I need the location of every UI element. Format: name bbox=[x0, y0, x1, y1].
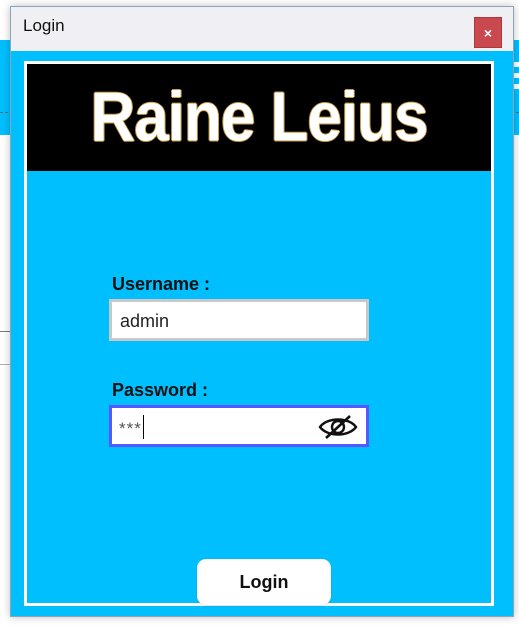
dialog-titlebar[interactable]: Login × bbox=[11, 7, 513, 51]
login-button[interactable]: Login bbox=[197, 559, 331, 605]
banner-title: Raine Leius bbox=[90, 78, 429, 157]
banner: Raine Leius bbox=[27, 64, 491, 171]
text-caret bbox=[143, 415, 144, 439]
username-field[interactable]: admin bbox=[109, 299, 369, 341]
login-panel: Raine Leius Username : admin Password : … bbox=[24, 61, 494, 606]
login-dialog: Login × Raine Leius Username : admin Pas… bbox=[10, 6, 514, 617]
username-value: admin bbox=[120, 311, 170, 331]
password-value: *** bbox=[119, 419, 142, 438]
password-field[interactable]: *** bbox=[109, 405, 369, 447]
username-label: Username : bbox=[112, 274, 211, 294]
close-icon: × bbox=[483, 24, 493, 41]
dialog-title: Login bbox=[23, 16, 65, 35]
close-button[interactable]: × bbox=[474, 17, 502, 48]
password-label: Password : bbox=[112, 380, 209, 400]
eye-slash-icon[interactable] bbox=[318, 414, 358, 440]
login-button-label: Login bbox=[239, 571, 289, 592]
